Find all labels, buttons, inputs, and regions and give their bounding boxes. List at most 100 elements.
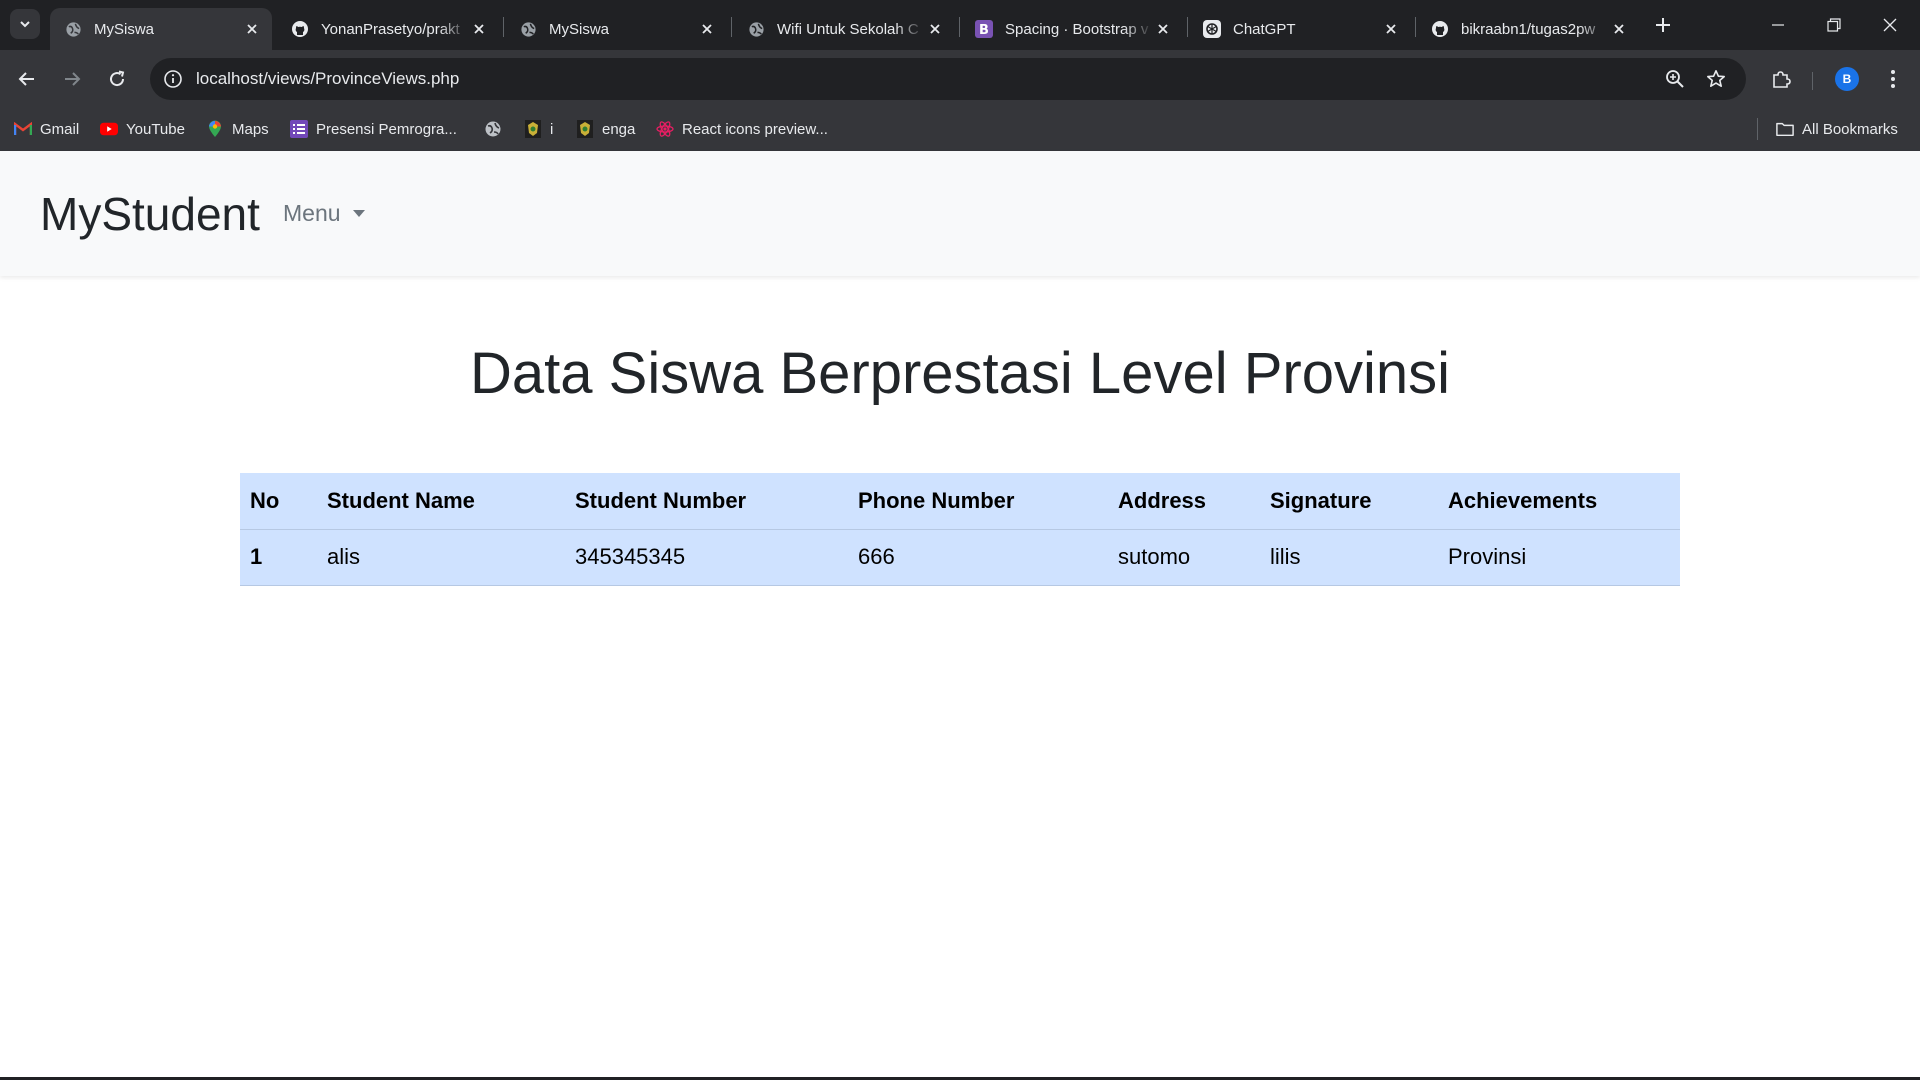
close-icon[interactable] bbox=[697, 19, 717, 39]
browser-tab-5[interactable]: B Spacing · Bootstrap v bbox=[961, 8, 1183, 50]
restore-icon bbox=[1827, 18, 1841, 32]
browser-tab-1[interactable]: MySiswa bbox=[50, 8, 272, 50]
maps-icon bbox=[206, 120, 224, 138]
tab-title: bikraabn1/tugas2pw bbox=[1461, 20, 1596, 38]
tab-title: MySiswa bbox=[94, 20, 155, 38]
bookmark-label: Maps bbox=[232, 120, 269, 138]
globe-icon bbox=[747, 20, 765, 38]
minimize-icon bbox=[1772, 24, 1784, 26]
bookmark-youtube[interactable]: YouTube bbox=[100, 118, 185, 140]
browser-tab-3[interactable]: MySiswa bbox=[505, 8, 727, 50]
crest-icon bbox=[524, 120, 542, 138]
chevron-down-icon bbox=[20, 21, 30, 28]
zoom-icon[interactable] bbox=[1664, 68, 1686, 90]
tab-separator bbox=[1187, 17, 1188, 37]
browser-toolbar: localhost/views/ProvinceViews.php B bbox=[0, 50, 1920, 108]
browser-tab-strip: MySiswa YonanPrasetyo/prakt MySiswa Wifi… bbox=[0, 0, 1920, 50]
cell-achievements: Provinsi bbox=[1438, 529, 1680, 586]
bookmark-star-icon[interactable] bbox=[1705, 68, 1727, 90]
bookmark-react-icons[interactable]: React icons preview... bbox=[656, 118, 828, 140]
column-header-achievements: Achievements bbox=[1438, 473, 1680, 530]
close-icon[interactable] bbox=[242, 19, 262, 39]
tab-title: YonanPrasetyo/prakt bbox=[321, 20, 460, 38]
cell-no: 1 bbox=[240, 529, 317, 586]
bookmarks-bar: Gmail YouTube Maps Presensi Pemrogra... … bbox=[0, 108, 1920, 151]
close-window-button[interactable] bbox=[1862, 0, 1918, 50]
browser-tab-7[interactable]: bikraabn1/tugas2pw bbox=[1417, 8, 1639, 50]
bookmark-presensi[interactable]: Presensi Pemrogra... bbox=[290, 118, 457, 140]
cell-student-number: 345345345 bbox=[565, 529, 848, 586]
back-button[interactable] bbox=[12, 64, 42, 94]
minimize-button[interactable] bbox=[1750, 0, 1806, 50]
close-icon[interactable] bbox=[1609, 19, 1629, 39]
page-title: Data Siswa Berprestasi Level Provinsi bbox=[470, 341, 1450, 406]
close-icon[interactable] bbox=[469, 19, 489, 39]
students-table: No Student Name Student Number Phone Num… bbox=[240, 473, 1680, 586]
bookmark-label: Gmail bbox=[40, 120, 80, 138]
browser-tab-4[interactable]: Wifi Untuk Sekolah C bbox=[733, 8, 955, 50]
chatgpt-icon bbox=[1203, 20, 1221, 38]
close-icon[interactable] bbox=[1153, 19, 1173, 39]
profile-button[interactable]: B bbox=[1832, 64, 1862, 94]
bookmark-gmail[interactable]: Gmail bbox=[14, 118, 79, 140]
arrow-right-icon bbox=[65, 72, 81, 86]
cell-signature: lilis bbox=[1260, 529, 1438, 586]
folder-icon bbox=[1776, 120, 1794, 138]
bookmark-enga[interactable]: enga bbox=[576, 118, 635, 140]
new-tab-button[interactable] bbox=[1650, 12, 1676, 38]
tab-separator bbox=[959, 17, 960, 37]
gmail-icon bbox=[14, 120, 32, 138]
extensions-button[interactable] bbox=[1766, 64, 1796, 94]
site-info-icon[interactable] bbox=[162, 68, 184, 90]
address-bar[interactable]: localhost/views/ProvinceViews.php bbox=[150, 58, 1746, 100]
forward-button[interactable] bbox=[57, 64, 87, 94]
toolbar-divider bbox=[1812, 72, 1813, 90]
all-bookmarks-button[interactable]: All Bookmarks bbox=[1776, 118, 1898, 140]
close-icon[interactable] bbox=[1381, 19, 1401, 39]
bookmark-label: Presensi Pemrogra... bbox=[316, 120, 457, 138]
column-header-address: Address bbox=[1108, 473, 1260, 530]
reload-icon bbox=[110, 70, 125, 87]
close-icon[interactable] bbox=[925, 19, 945, 39]
tab-title: Spacing · Bootstrap v bbox=[1005, 20, 1149, 38]
table-header-row: No Student Name Student Number Phone Num… bbox=[240, 473, 1680, 530]
close-icon bbox=[1883, 18, 1897, 32]
crest-icon bbox=[576, 120, 594, 138]
svg-text:B: B bbox=[979, 23, 989, 38]
cell-phone-number: 666 bbox=[848, 529, 1108, 586]
reload-button[interactable] bbox=[102, 64, 132, 94]
avatar: B bbox=[1835, 67, 1859, 91]
column-header-no: No bbox=[240, 473, 317, 530]
tab-title: ChatGPT bbox=[1233, 20, 1296, 38]
globe-icon bbox=[64, 20, 82, 38]
browser-menu-button[interactable] bbox=[1878, 64, 1908, 94]
column-header-phone-number: Phone Number bbox=[848, 473, 1108, 530]
column-header-student-number: Student Number bbox=[565, 473, 848, 530]
globe-icon bbox=[519, 20, 537, 38]
tab-separator bbox=[503, 17, 504, 37]
bootstrap-icon: B bbox=[975, 20, 993, 38]
browser-tab-6[interactable]: ChatGPT bbox=[1189, 8, 1411, 50]
url-text[interactable]: localhost/views/ProvinceViews.php bbox=[196, 69, 459, 89]
bookmarks-divider bbox=[1757, 118, 1758, 140]
tab-separator bbox=[731, 17, 732, 37]
tab-title: Wifi Untuk Sekolah C bbox=[777, 20, 919, 38]
globe-icon bbox=[484, 120, 502, 138]
column-header-signature: Signature bbox=[1260, 473, 1438, 530]
bookmark-globe[interactable] bbox=[484, 118, 510, 140]
tab-separator bbox=[1415, 17, 1416, 37]
navbar-brand[interactable]: MyStudent bbox=[40, 187, 260, 241]
puzzle-icon bbox=[1773, 71, 1791, 88]
column-header-student-name: Student Name bbox=[317, 473, 565, 530]
plus-icon bbox=[1656, 18, 1670, 32]
arrow-left-icon bbox=[18, 72, 34, 86]
restore-button[interactable] bbox=[1806, 0, 1862, 50]
bookmark-i[interactable]: i bbox=[524, 118, 553, 140]
menu-dropdown-toggle[interactable]: Menu bbox=[283, 200, 365, 227]
tab-search-button[interactable] bbox=[10, 9, 40, 39]
github-icon bbox=[1431, 20, 1449, 38]
table-row: 1 alis 345345345 666 sutomo lilis Provin… bbox=[240, 529, 1680, 586]
menu-label: Menu bbox=[283, 200, 341, 226]
browser-tab-2[interactable]: YonanPrasetyo/prakt bbox=[277, 8, 499, 50]
bookmark-maps[interactable]: Maps bbox=[206, 118, 269, 140]
